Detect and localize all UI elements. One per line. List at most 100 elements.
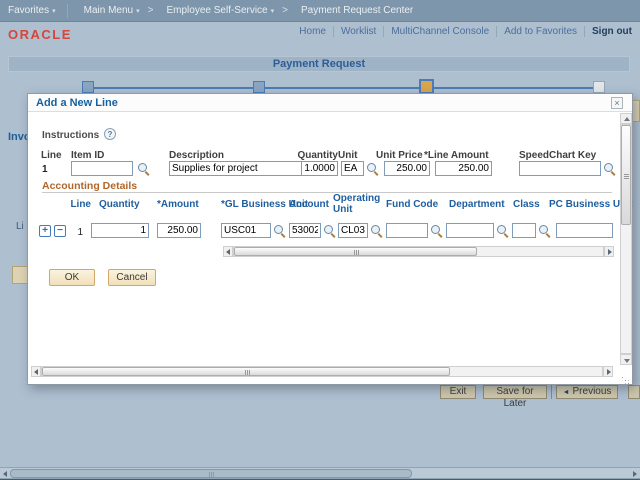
item-id-input[interactable] [71,161,133,176]
modal-scroll-left[interactable] [31,366,41,377]
breadcrumb-item-ess: Employee Self-Service [166,5,268,16]
row-pc-business-unit-input[interactable] [556,223,613,238]
row-operating-unit-input[interactable] [338,223,368,238]
chevron-down-icon: ▾ [270,7,275,15]
row-department-input[interactable] [446,223,494,238]
speedchart-key-label: SpeedChart Key [519,150,597,161]
operating-unit-lookup-icon[interactable] [371,225,383,237]
ok-button[interactable]: OK [49,269,95,286]
nav-link-multichannel: MultiChannel Console [391,26,490,37]
modal-scroll-down[interactable] [620,354,632,365]
row-line-number: 1 [77,227,83,238]
nav-link-home: Home [299,26,326,37]
train-stop-2 [253,81,265,93]
button-fragment [12,266,28,284]
row-amount-input[interactable] [157,223,201,238]
col-quantity: Quantity [99,199,140,210]
unit-price-input[interactable] [384,161,430,176]
invoice-section-label-fragment: Invo [8,131,27,143]
oracle-logo: ORACLE [8,27,72,42]
help-icon[interactable]: ? [104,128,116,140]
breadcrumb-separator: > [147,5,154,16]
row-account-input[interactable] [289,223,321,238]
divider [383,26,385,37]
row-gl-business-unit-input[interactable] [221,223,271,238]
add-row-button[interactable]: + [39,225,51,237]
instructions-label: Instructions [42,130,100,141]
cancel-button[interactable]: Cancel [108,269,156,286]
page-title: Payment Request [8,56,630,72]
train-stop-3-current [419,79,434,94]
col-class: Class [513,199,540,210]
chevron-down-icon: ▾ [52,7,56,15]
screen: Favorites ▾ Main Menu ▾ > Employee Self-… [0,0,640,480]
class-lookup-icon[interactable] [539,225,551,237]
page-horizontal-scrollbar [0,467,640,479]
previous-arrow-icon: ◄ [562,389,570,396]
line-label: Line [41,150,62,161]
chevron-down-icon: ▾ [136,7,140,15]
row-class-input[interactable] [512,223,536,238]
close-icon[interactable]: × [611,97,623,109]
grid-scrollbar-thumb[interactable] [234,247,477,256]
breadcrumb-separator: > [282,5,288,16]
divider [332,26,334,37]
nav-link-add-favorites: Add to Favorites [504,26,577,37]
item-id-lookup-icon[interactable] [138,163,150,175]
dialog-titlebar: Add a New Line × [28,94,632,112]
accounting-details-title: Accounting Details [42,180,138,192]
row-quantity-input[interactable] [91,223,149,238]
gl-business-unit-lookup-icon[interactable] [274,225,286,237]
train-stop-4 [593,81,605,93]
breadcrumb-bar: Favorites ▾ Main Menu ▾ > Employee Self-… [0,0,640,22]
button-fragment [628,385,640,399]
divider [66,3,68,18]
modal-hscrollbar-thumb[interactable] [42,367,450,376]
quantity-input[interactable] [301,161,338,176]
previous-label: Previous [572,386,612,397]
fund-code-lookup-icon[interactable] [431,225,443,237]
description-input[interactable] [169,161,317,176]
col-department: Department [449,199,505,210]
scroll-right-icon [633,471,637,477]
speedchart-lookup-icon[interactable] [604,163,616,175]
nav-links: Home Worklist MultiChannel Console Add t… [292,26,632,37]
item-id-label: Item ID [71,150,105,161]
modal-scroll-right[interactable] [603,366,613,377]
col-line: Line [70,199,91,210]
unit-price-label: Unit Price [376,150,423,161]
grid-scroll-left[interactable] [223,246,233,257]
resize-grip[interactable] [622,377,623,378]
button-fragment [632,100,640,122]
line-amount-input[interactable] [435,161,492,176]
row-fund-code-input[interactable] [386,223,428,238]
modal-scroll-up[interactable] [620,113,632,124]
department-lookup-icon[interactable] [497,225,509,237]
train-stop-1 [82,81,94,93]
line-amount-label: *Line Amount [424,150,489,161]
divider [551,385,552,399]
main-menu: Main Menu [83,5,134,16]
page-scrollbar-thumb [10,469,412,478]
dialog-title: Add a New Line [36,97,118,109]
unit-input[interactable] [341,161,364,176]
modal-vscrollbar-thumb[interactable] [621,125,631,225]
breadcrumb-item-prc: Payment Request Center [300,5,414,16]
unit-lookup-icon[interactable] [367,163,379,175]
train-line [88,87,601,89]
remove-row-button[interactable]: − [54,225,66,237]
add-new-line-dialog: Add a New Line × Instructions ? Line Ite… [27,93,633,385]
grid-scroll-right[interactable] [604,246,614,257]
description-label: Description [169,150,225,161]
col-fund-code: Fund Code [386,199,439,210]
scroll-left-icon [3,471,7,477]
account-lookup-icon[interactable] [324,225,336,237]
unit-label: Unit [338,150,358,161]
divider [496,26,498,37]
section-divider [42,192,612,193]
line-label-fragment: Li [16,221,24,232]
col-amount: *Amount [157,199,199,210]
divider [584,26,585,37]
col-operating-unit: Operating Unit [333,193,381,215]
speedchart-key-input[interactable] [519,161,601,176]
